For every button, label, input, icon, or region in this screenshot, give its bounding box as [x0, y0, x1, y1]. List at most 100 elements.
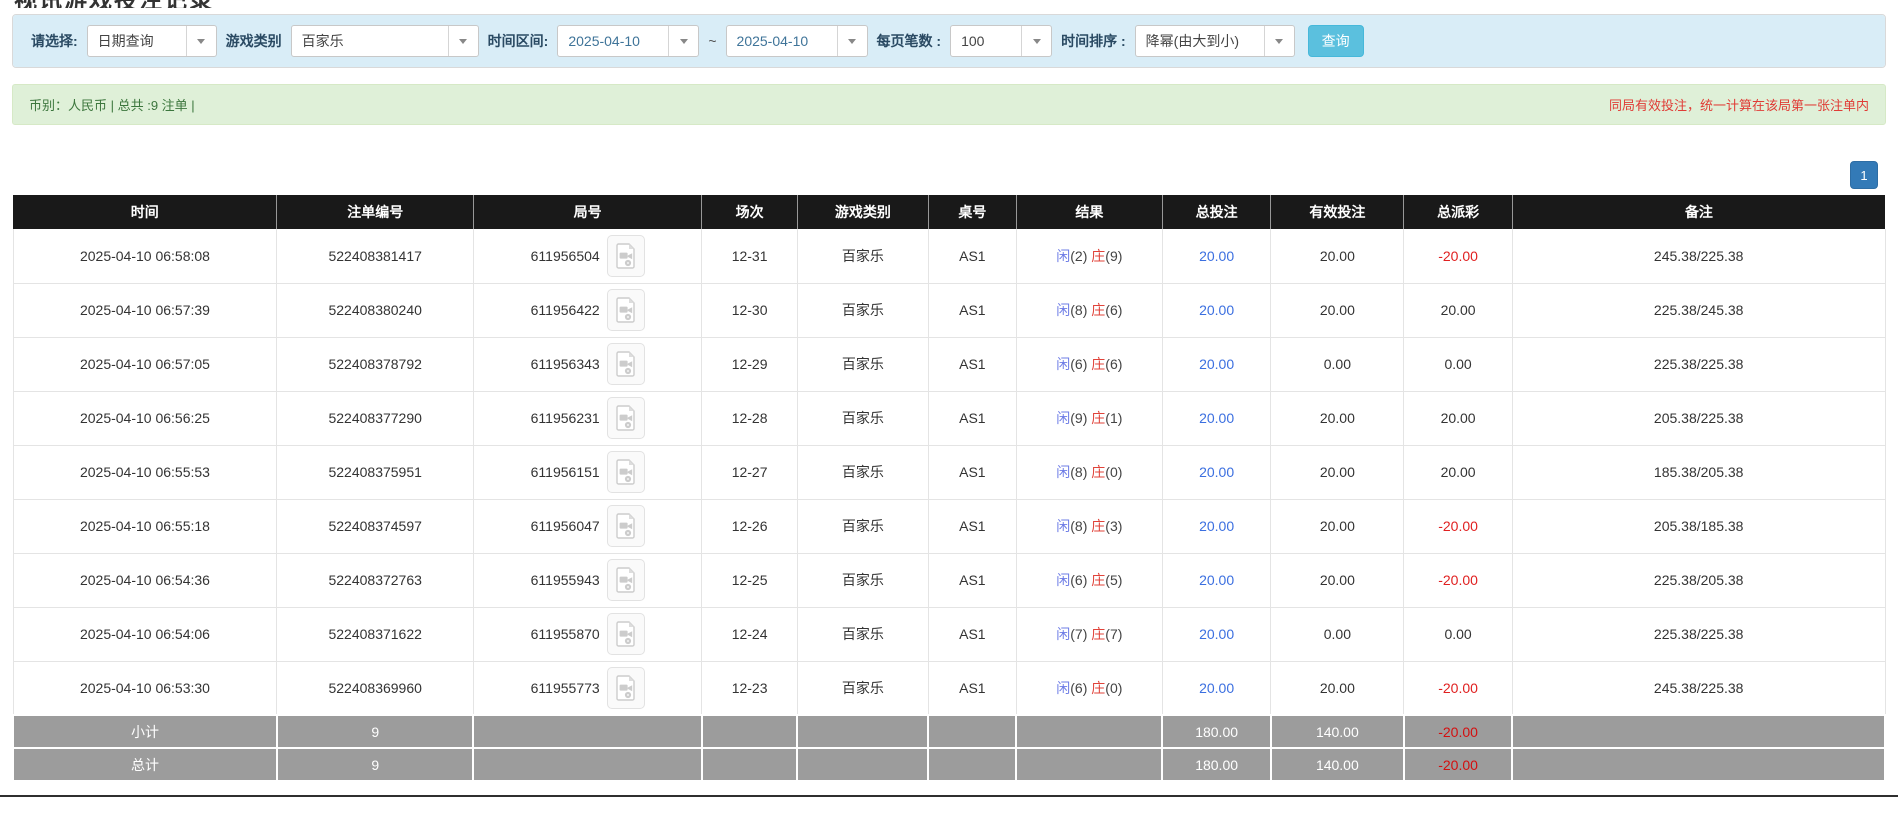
page-button-1[interactable]: 1 — [1850, 161, 1878, 189]
column-header: 备注 — [1512, 195, 1885, 229]
player-score: (9) — [1070, 410, 1087, 426]
column-header: 游戏类别 — [797, 195, 928, 229]
page-size-select[interactable]: 100 — [950, 25, 1052, 57]
cell-total-bet[interactable]: 20.00 — [1162, 607, 1271, 661]
banker-result-label: 庄 — [1091, 572, 1105, 588]
search-button[interactable]: 查询 — [1308, 25, 1364, 57]
cell-total-bet[interactable]: 20.00 — [1162, 229, 1271, 283]
date-from-picker[interactable]: 2025-04-10 — [557, 25, 699, 57]
table-row: 2025-04-10 06:57:39522408380240611956422… — [13, 283, 1885, 337]
round-id-value: 611956047 — [531, 518, 600, 534]
cell-round-id: 611956151 — [473, 445, 701, 499]
cell-payout: -20.00 — [1404, 499, 1513, 553]
cell-payout: -20.00 — [1404, 661, 1513, 715]
cell-remark: 205.38/225.38 — [1512, 391, 1885, 445]
table-row: 2025-04-10 06:54:06522408371622611955870… — [13, 607, 1885, 661]
cell-total-bet[interactable]: 20.00 — [1162, 445, 1271, 499]
cell-result: 闲(2) 庄(9) — [1016, 229, 1162, 283]
time-range-label: 时间区间: — [488, 31, 549, 51]
cell-time: 2025-04-10 06:55:53 — [13, 445, 277, 499]
column-header: 有效投注 — [1271, 195, 1404, 229]
cell-valid-bet: 20.00 — [1271, 499, 1404, 553]
cell-total-bet[interactable]: 20.00 — [1162, 391, 1271, 445]
video-replay-icon — [616, 567, 636, 593]
banker-score: (6) — [1105, 356, 1122, 372]
cell-payout: -20.00 — [1404, 553, 1513, 607]
cell-bet-id: 522408377290 — [277, 391, 474, 445]
cell-session: 12-31 — [702, 229, 797, 283]
cell-result: 闲(6) 庄(6) — [1016, 337, 1162, 391]
video-replay-button[interactable] — [607, 667, 645, 709]
cell-round-id: 611956422 — [473, 283, 701, 337]
cell-bet-id: 522408374597 — [277, 499, 474, 553]
banker-result-label: 庄 — [1091, 248, 1105, 264]
game-category-value: 百家乐 — [292, 26, 448, 56]
game-category-select[interactable]: 百家乐 — [291, 25, 479, 57]
column-header: 总派彩 — [1404, 195, 1513, 229]
banker-score: (9) — [1105, 248, 1122, 264]
player-score: (6) — [1070, 572, 1087, 588]
table-row: 2025-04-10 06:56:25522408377290611956231… — [13, 391, 1885, 445]
cell-result: 闲(8) 庄(6) — [1016, 283, 1162, 337]
cell-total-bet[interactable]: 20.00 — [1162, 337, 1271, 391]
filter-bar: 请选择: 日期查询 游戏类别 百家乐 时间区间: 2025-04-10 ~ 20… — [13, 15, 1885, 67]
cell-round-id: 611955870 — [473, 607, 701, 661]
cell-session: 12-28 — [702, 391, 797, 445]
cell-session: 12-30 — [702, 283, 797, 337]
cell-table-no: AS1 — [928, 445, 1016, 499]
cell-game-category: 百家乐 — [797, 553, 928, 607]
table-body: 2025-04-10 06:58:08522408381417611956504… — [13, 229, 1885, 781]
cell-total-bet[interactable]: 20.00 — [1162, 499, 1271, 553]
sort-order-select[interactable]: 降幂(由大到小) — [1135, 25, 1295, 57]
cell-result: 闲(8) 庄(3) — [1016, 499, 1162, 553]
column-header: 场次 — [702, 195, 797, 229]
totals-label: 小计 — [13, 715, 277, 748]
round-id-value: 611956231 — [531, 410, 600, 426]
cell-session: 12-24 — [702, 607, 797, 661]
column-header: 桌号 — [928, 195, 1016, 229]
date-to-picker[interactable]: 2025-04-10 — [726, 25, 868, 57]
pagination: 1 — [12, 161, 1878, 189]
column-header: 结果 — [1016, 195, 1162, 229]
cell-game-category: 百家乐 — [797, 283, 928, 337]
totals-total-bet: 180.00 — [1162, 748, 1271, 781]
video-replay-button[interactable] — [607, 559, 645, 601]
totals-row: 总计9180.00140.00-20.00 — [13, 748, 1885, 781]
player-result-label: 闲 — [1056, 356, 1070, 372]
table-row: 2025-04-10 06:55:53522408375951611956151… — [13, 445, 1885, 499]
cell-session: 12-23 — [702, 661, 797, 715]
cell-total-bet[interactable]: 20.00 — [1162, 661, 1271, 715]
cell-round-id: 611955773 — [473, 661, 701, 715]
cell-result: 闲(8) 庄(0) — [1016, 445, 1162, 499]
cell-game-category: 百家乐 — [797, 337, 928, 391]
cell-total-bet[interactable]: 20.00 — [1162, 553, 1271, 607]
cell-bet-id: 522408380240 — [277, 283, 474, 337]
video-replay-button[interactable] — [607, 289, 645, 331]
cell-session: 12-25 — [702, 553, 797, 607]
cell-total-bet[interactable]: 20.00 — [1162, 283, 1271, 337]
video-replay-button[interactable] — [607, 451, 645, 493]
cell-valid-bet: 0.00 — [1271, 337, 1404, 391]
totals-valid-bet: 140.00 — [1271, 748, 1404, 781]
video-replay-icon — [616, 405, 636, 431]
cell-bet-id: 522408375951 — [277, 445, 474, 499]
cell-game-category: 百家乐 — [797, 499, 928, 553]
video-replay-icon — [616, 675, 636, 701]
video-replay-button[interactable] — [607, 235, 645, 277]
column-header: 注单编号 — [277, 195, 474, 229]
totals-count: 9 — [277, 748, 474, 781]
query-type-select[interactable]: 日期查询 — [87, 25, 217, 57]
cell-payout: 0.00 — [1404, 337, 1513, 391]
video-replay-button[interactable] — [607, 613, 645, 655]
video-replay-button[interactable] — [607, 505, 645, 547]
page-size-label: 每页笔数 : — [877, 31, 942, 51]
cell-table-no: AS1 — [928, 391, 1016, 445]
cell-payout: 20.00 — [1404, 283, 1513, 337]
video-replay-button[interactable] — [607, 343, 645, 385]
video-replay-button[interactable] — [607, 397, 645, 439]
table-header-row: 时间注单编号局号场次游戏类别桌号结果总投注有效投注总派彩备注 — [13, 195, 1885, 229]
cell-valid-bet: 20.00 — [1271, 661, 1404, 715]
cell-table-no: AS1 — [928, 553, 1016, 607]
bottom-divider — [0, 795, 1898, 797]
banker-score: (5) — [1105, 572, 1122, 588]
